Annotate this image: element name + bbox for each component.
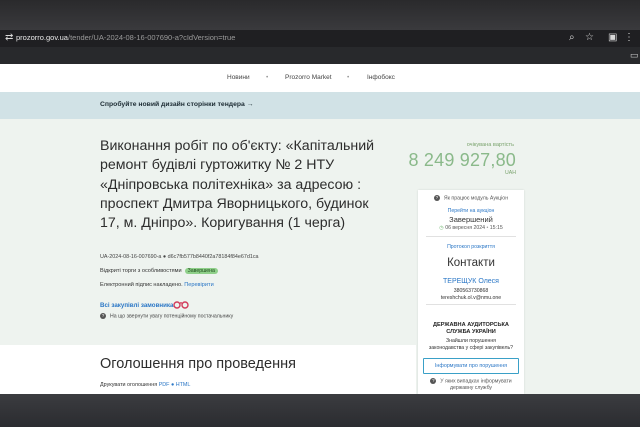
contact-name: ТЕРЕЩУК Олеся xyxy=(443,278,499,285)
contact-phone[interactable]: 380563730868 xyxy=(418,288,524,294)
contacts-title: Контакти xyxy=(447,257,495,269)
clock-icon: ◷ xyxy=(439,225,444,231)
signature-line: Електронний підпис накладено. Перевірити xyxy=(100,282,214,288)
divider xyxy=(426,236,516,237)
question-icon: ? xyxy=(430,378,437,384)
procedure-line: Відкриті торги з особливостями Завершена xyxy=(100,268,218,274)
print-pdf-link[interactable]: PDF xyxy=(159,382,170,388)
footnote-line2: державну службу xyxy=(449,385,493,391)
status-badge: Завершена xyxy=(184,268,218,274)
new-design-banner[interactable]: Спробуйте новий дизайн сторінки тендера … xyxy=(0,92,640,119)
page-content: Новини • Prozorro Market • Інфобокс Спро… xyxy=(0,64,640,394)
go-to-auction-link[interactable]: Перейти на аукціон xyxy=(418,208,524,214)
audit-question-line2: законодавства у сфері закупівель? xyxy=(428,345,514,351)
audit-question-line1: Знайшли порушення xyxy=(445,338,496,344)
bookmark-star-icon[interactable]: ☆ xyxy=(585,32,594,44)
question-icon: ? xyxy=(100,313,106,319)
question-icon: ? xyxy=(433,195,440,201)
buyer-procurements-link[interactable]: Всі закупівлі замовника xyxy=(100,302,173,309)
bookmarks-bar: ▭ xyxy=(0,47,640,64)
auction-time: 15:15 xyxy=(489,225,503,231)
new-design-link[interactable]: Спробуйте новий дизайн сторінки тендера … xyxy=(100,101,254,108)
url-field[interactable]: prozorro.gov.ua/tender/UA-2024-08-16-007… xyxy=(16,32,235,44)
print-announcement: Друкувати оголошення PDF ● HTML xyxy=(100,382,190,388)
top-dark-region xyxy=(0,0,640,30)
footnote-text-1: У яких випадках інформувати xyxy=(440,378,512,385)
supplier-tip[interactable]: ? На що звернути увагу потенційному поста… xyxy=(100,313,233,319)
auction-status: Завершений xyxy=(449,215,493,224)
report-violation-button[interactable]: Інформувати про порушення xyxy=(423,358,519,374)
print-html-link[interactable]: HTML xyxy=(176,382,191,388)
nav-separator: • xyxy=(266,74,269,81)
url-domain: prozorro.gov.ua xyxy=(16,33,68,42)
site-settings-icon[interactable]: ⇄ xyxy=(5,32,13,44)
supplier-tip-text: На що звернути увагу потенційному постач… xyxy=(110,313,234,320)
price-currency: UAH xyxy=(505,170,516,176)
procedure-type: Відкриті торги з особливостями xyxy=(100,268,182,274)
footnote-line1[interactable]: ? У яких випадках інформувати xyxy=(418,378,524,384)
tender-side-card: ? Як працює модуль Аукціон Перейти на аук… xyxy=(418,190,524,394)
announcement-title: Оголошення про проведення xyxy=(100,356,296,372)
nav-item-market[interactable]: Prozorro Market xyxy=(285,74,332,81)
url-path: /tender/UA-2024-08-16-007690-a?cIdVersio… xyxy=(67,33,236,42)
auction-info[interactable]: ? Як працює модуль Аукціон xyxy=(418,195,524,201)
bullet: ● xyxy=(170,382,175,388)
folder-icon[interactable]: ▭ xyxy=(630,50,639,61)
top-nav: Новини • Prozorro Market • Інфобокс xyxy=(0,64,640,92)
auction-date: 06 вересня 2024 xyxy=(445,225,486,231)
expected-price-value: 8 249 927,80 xyxy=(408,150,516,170)
tender-title: Виконання робіт по об'єкту: «Капітальний… xyxy=(100,138,375,232)
opening-protocol-link[interactable]: Протокол розкриття xyxy=(418,244,524,250)
bottom-dark-region xyxy=(0,394,640,427)
nav-separator: • xyxy=(347,74,350,81)
tender-id: UA-2024-08-16-007690-a ● d6c7fb577b8440f… xyxy=(100,254,259,260)
auction-help-text: Як працює модуль Аукціон xyxy=(443,195,509,202)
auction-datetime: ◷ 06 вересня 2024 • 15:15 xyxy=(439,225,503,231)
print-label: Друкувати оголошення xyxy=(100,382,158,388)
nav-item-infobox[interactable]: Інфобокс xyxy=(367,74,395,81)
browser-address-bar: ⇄ prozorro.gov.ua/tender/UA-2024-08-16-0… xyxy=(0,30,640,47)
divider xyxy=(426,304,516,305)
audit-service-title-line1: ДЕРЖАВНА АУДИТОРСЬКА xyxy=(433,322,509,328)
menu-icon[interactable]: ⋮ xyxy=(624,32,634,44)
extensions-icon[interactable]: ▣ xyxy=(608,32,617,44)
verify-signature-link[interactable]: Перевірити xyxy=(184,282,214,288)
signature-text: Електронний підпис накладено. xyxy=(100,282,183,288)
search-icon[interactable]: ⌕ xyxy=(569,32,575,44)
expected-price-label: очікувана вартість xyxy=(466,142,514,148)
audit-service-title-line2: СЛУЖБА УКРАЇНИ xyxy=(446,329,496,335)
contact-email[interactable]: tereshchuk.ol.v@nmu.one xyxy=(418,295,524,301)
handcuffs-icon[interactable] xyxy=(173,298,189,310)
nav-item-news[interactable]: Новини xyxy=(227,74,250,81)
